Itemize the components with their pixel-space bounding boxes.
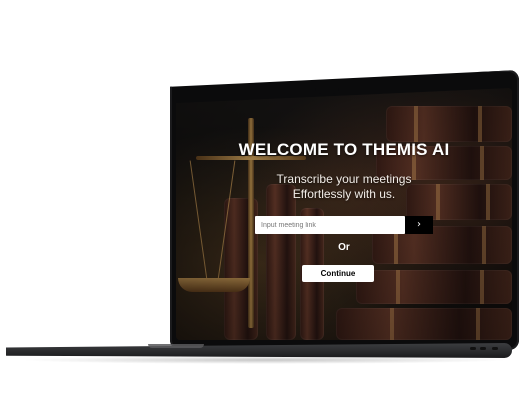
laptop-base bbox=[6, 343, 512, 358]
usb-port bbox=[470, 347, 476, 350]
continue-button[interactable]: Continue bbox=[302, 265, 374, 282]
submit-link-button[interactable]: › bbox=[405, 216, 433, 234]
subtitle-line-2: Effortlessly with us. bbox=[292, 187, 396, 201]
usb-port bbox=[492, 347, 498, 350]
laptop-screen: WELCOME TO THEMIS AI Transcribe your mee… bbox=[176, 88, 512, 340]
subtitle-line-1: Transcribe your meetings bbox=[276, 172, 412, 186]
meeting-link-input[interactable] bbox=[255, 216, 405, 234]
meeting-link-form: › bbox=[255, 216, 435, 234]
camera-notch bbox=[315, 85, 339, 94]
usb-port bbox=[480, 347, 486, 350]
page-subtitle: Transcribe your meetings Effortlessly wi… bbox=[176, 172, 512, 202]
laptop-mockup: WELCOME TO THEMIS AI Transcribe your mee… bbox=[0, 0, 531, 418]
welcome-panel: WELCOME TO THEMIS AI Transcribe your mee… bbox=[176, 88, 512, 340]
laptop-base-lip bbox=[148, 344, 204, 348]
or-separator: Or bbox=[338, 242, 350, 253]
page-title: WELCOME TO THEMIS AI bbox=[238, 140, 450, 159]
chevron-right-icon: › bbox=[417, 219, 421, 230]
